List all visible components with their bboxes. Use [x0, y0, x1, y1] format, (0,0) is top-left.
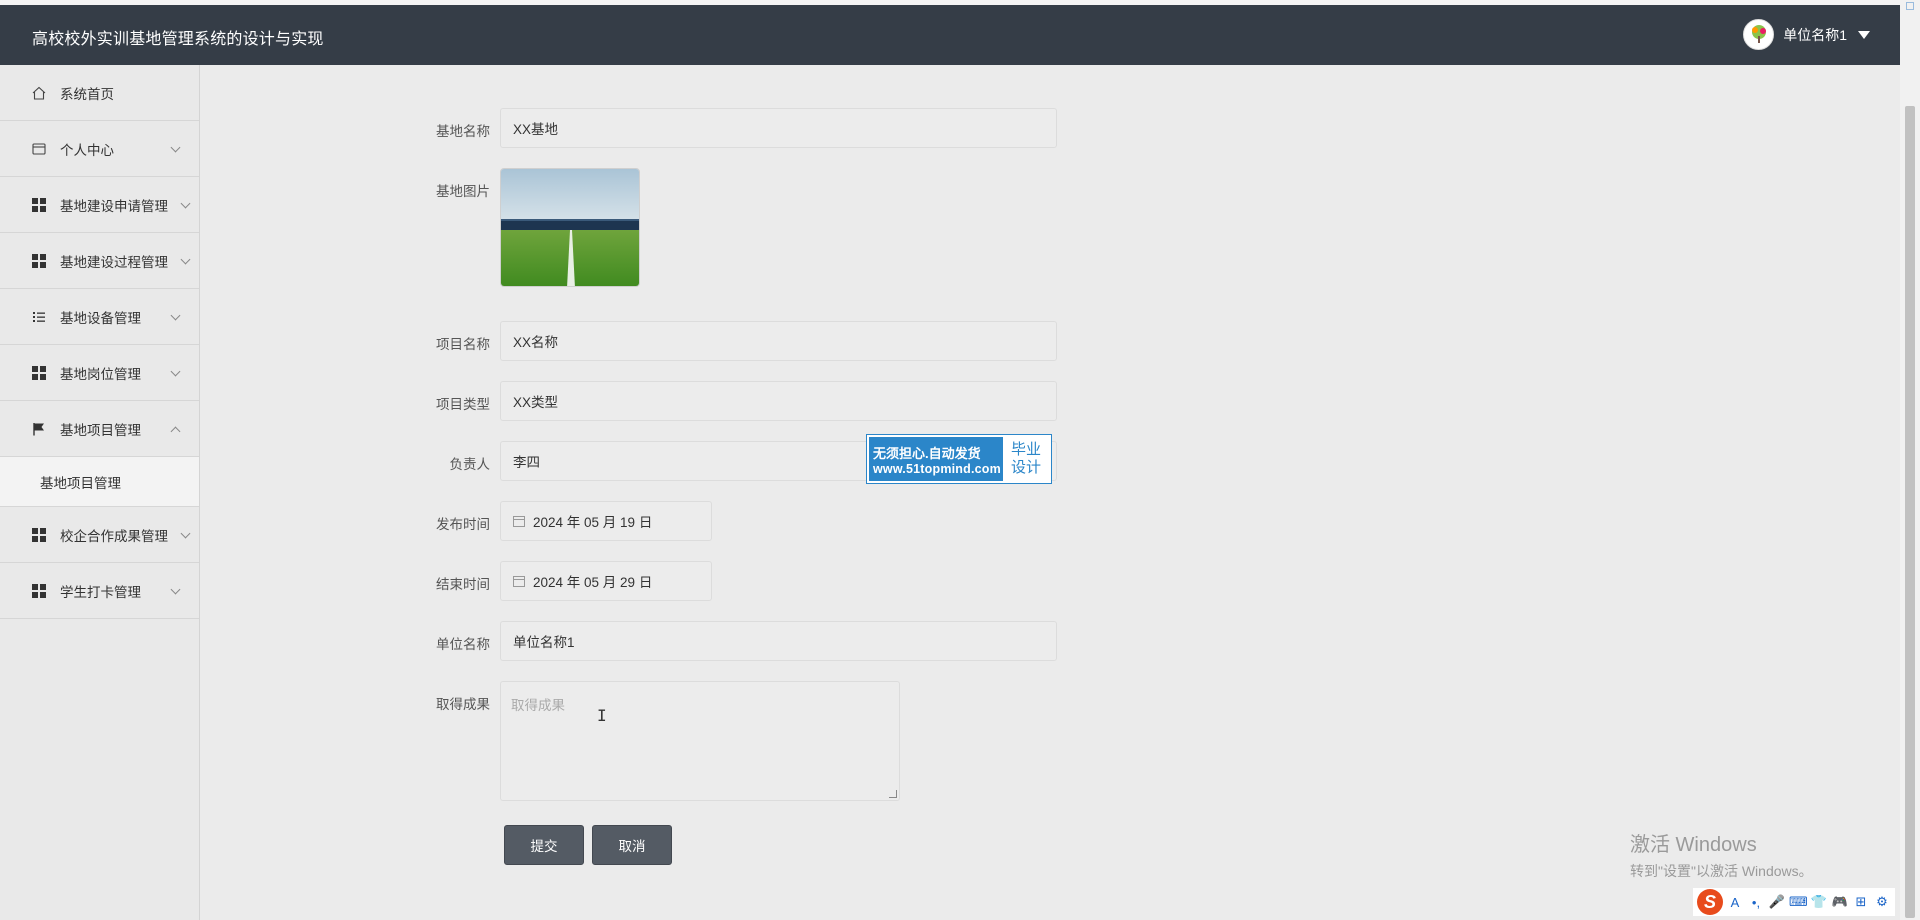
- chevron-up-icon: [170, 426, 181, 436]
- calendar-icon: [513, 575, 525, 587]
- sidebar-item-base-projects[interactable]: 基地项目管理: [0, 401, 199, 457]
- base-image-label: 基地图片: [436, 184, 490, 199]
- chevron-down-icon: [170, 366, 181, 376]
- submenu-item-base-projects[interactable]: 基地项目管理: [0, 457, 199, 507]
- page-scrollbar[interactable]: [1900, 0, 1920, 920]
- scroll-thumb[interactable]: [1905, 106, 1915, 918]
- project-name-field[interactable]: XX名称: [500, 321, 1057, 361]
- watermark-line2: 转到"设置"以激活 Windows。: [1630, 863, 1813, 879]
- sidebar-item-base-process[interactable]: 基地建设过程管理: [0, 233, 199, 289]
- promo-badge-text: 无须担心.自动发货 www.51topmind.com: [869, 437, 1003, 481]
- grid-icon: [32, 583, 46, 598]
- sidebar-item-cooperation-results[interactable]: 校企合作成果管理: [0, 507, 199, 563]
- chevron-down-icon: [170, 584, 181, 594]
- publish-time-value: 2024 年 05 月 19 日: [533, 515, 653, 530]
- sidebar-item-base-application[interactable]: 基地建设申请管理: [0, 177, 199, 233]
- submit-button[interactable]: 提交: [504, 825, 584, 865]
- user-menu[interactable]: 单位名称1: [1743, 19, 1870, 50]
- unit-name-label: 单位名称: [436, 637, 490, 652]
- grid-icon: [32, 527, 46, 542]
- end-time-picker[interactable]: 2024 年 05 月 29 日: [500, 561, 712, 601]
- chevron-down-icon: [180, 198, 191, 208]
- grid-icon: [32, 253, 46, 268]
- promo-line1: 无须担心.自动发货: [873, 445, 981, 461]
- project-type-field[interactable]: XX类型: [500, 381, 1057, 421]
- promo-line2: www.51topmind.com: [873, 461, 1001, 476]
- resize-handle-icon[interactable]: [889, 790, 897, 798]
- caret-down-icon[interactable]: [1858, 30, 1870, 39]
- base-image-thumbnail[interactable]: [500, 168, 640, 287]
- list-icon: [32, 310, 46, 324]
- scroll-up-button[interactable]: [1906, 2, 1914, 10]
- grid-icon: [32, 197, 46, 212]
- solar-field-image: [501, 169, 639, 286]
- promo-right2: 设计: [1010, 459, 1041, 476]
- chevron-down-icon: [170, 310, 181, 320]
- promo-badge: 无须担心.自动发货 www.51topmind.com 毕业 设计: [866, 434, 1052, 484]
- cancel-button[interactable]: 取消: [592, 825, 672, 865]
- watermark-line1: 激活 Windows: [1630, 834, 1757, 856]
- user-name[interactable]: 单位名称1: [1783, 25, 1847, 45]
- sidebar-item-label: 基地项目管理: [60, 422, 141, 438]
- chevron-down-icon: [180, 254, 191, 264]
- keyboard-icon[interactable]: ⌨: [1789, 894, 1808, 910]
- promo-right1: 毕业: [1010, 441, 1041, 458]
- promo-badge-tag: 毕业 设计: [1003, 437, 1049, 481]
- sidebar: 系统首页 个人中心 基地建设申请管理 基地建设过程管理 基地设备管理 基地岗位管…: [0, 65, 200, 920]
- end-time-value: 2024 年 05 月 29 日: [533, 575, 653, 590]
- sidebar-item-home[interactable]: 系统首页: [0, 65, 199, 121]
- manager-label: 负责人: [449, 457, 491, 472]
- microphone-icon[interactable]: 🎤: [1768, 894, 1786, 910]
- calendar-icon: [513, 515, 525, 527]
- base-name-label: 基地名称: [436, 124, 490, 139]
- avatar-tree-icon: [1751, 24, 1766, 43]
- submenu-item-label: 基地项目管理: [40, 475, 121, 491]
- sogou-ime-logo[interactable]: S: [1697, 889, 1723, 915]
- achievement-label: 取得成果: [436, 697, 490, 712]
- sidebar-item-label: 基地建设申请管理: [60, 198, 168, 214]
- apps-grid-icon[interactable]: ⊞: [1852, 894, 1870, 910]
- sidebar-item-base-equipment[interactable]: 基地设备管理: [0, 289, 199, 345]
- punctuation-icon[interactable]: •,: [1747, 895, 1765, 910]
- home-icon: [32, 86, 46, 100]
- unit-name-field[interactable]: 单位名称1: [500, 621, 1057, 661]
- gamepad-icon[interactable]: 🎮: [1831, 894, 1849, 910]
- chevron-down-icon: [170, 142, 181, 152]
- achievement-textarea[interactable]: 取得成果: [500, 681, 900, 801]
- settings-icon[interactable]: ⚙: [1873, 894, 1891, 910]
- sidebar-item-label: 基地建设过程管理: [60, 254, 168, 270]
- card-icon: [32, 142, 46, 156]
- sidebar-item-personal-center[interactable]: 个人中心: [0, 121, 199, 177]
- sidebar-item-label: 校企合作成果管理: [60, 528, 168, 544]
- sidebar-item-label: 个人中心: [60, 142, 114, 158]
- chevron-down-icon: [180, 528, 191, 538]
- app-title: 高校校外实训基地管理系统的设计与实现: [32, 31, 324, 48]
- sidebar-item-label: 系统首页: [60, 86, 114, 102]
- end-time-label: 结束时间: [436, 577, 490, 592]
- project-name-label: 项目名称: [436, 337, 490, 352]
- ime-mode-indicator[interactable]: A: [1726, 895, 1744, 910]
- achievement-placeholder: 取得成果: [511, 698, 565, 713]
- grid-icon: [32, 365, 46, 380]
- sidebar-item-label: 基地岗位管理: [60, 366, 141, 382]
- text-cursor-icon: I: [597, 706, 607, 725]
- publish-time-label: 发布时间: [436, 517, 490, 532]
- publish-time-picker[interactable]: 2024 年 05 月 19 日: [500, 501, 712, 541]
- ime-toolbar: S A •, 🎤 ⌨ 👕 🎮 ⊞ ⚙: [1693, 888, 1895, 916]
- sidebar-item-label: 学生打卡管理: [60, 584, 141, 600]
- skin-icon[interactable]: 👕: [1810, 894, 1828, 910]
- sidebar-item-label: 基地设备管理: [60, 310, 141, 326]
- sidebar-item-base-positions[interactable]: 基地岗位管理: [0, 345, 199, 401]
- base-name-field[interactable]: XX基地: [500, 108, 1057, 148]
- project-type-label: 项目类型: [436, 397, 490, 412]
- sidebar-item-student-checkin[interactable]: 学生打卡管理: [0, 563, 199, 619]
- top-header: 高校校外实训基地管理系统的设计与实现 单位名称1: [0, 5, 1900, 65]
- windows-activation-watermark: 激活 Windows 转到"设置"以激活 Windows。: [1630, 828, 1813, 881]
- flag-icon: [32, 422, 46, 436]
- user-avatar[interactable]: [1743, 19, 1775, 50]
